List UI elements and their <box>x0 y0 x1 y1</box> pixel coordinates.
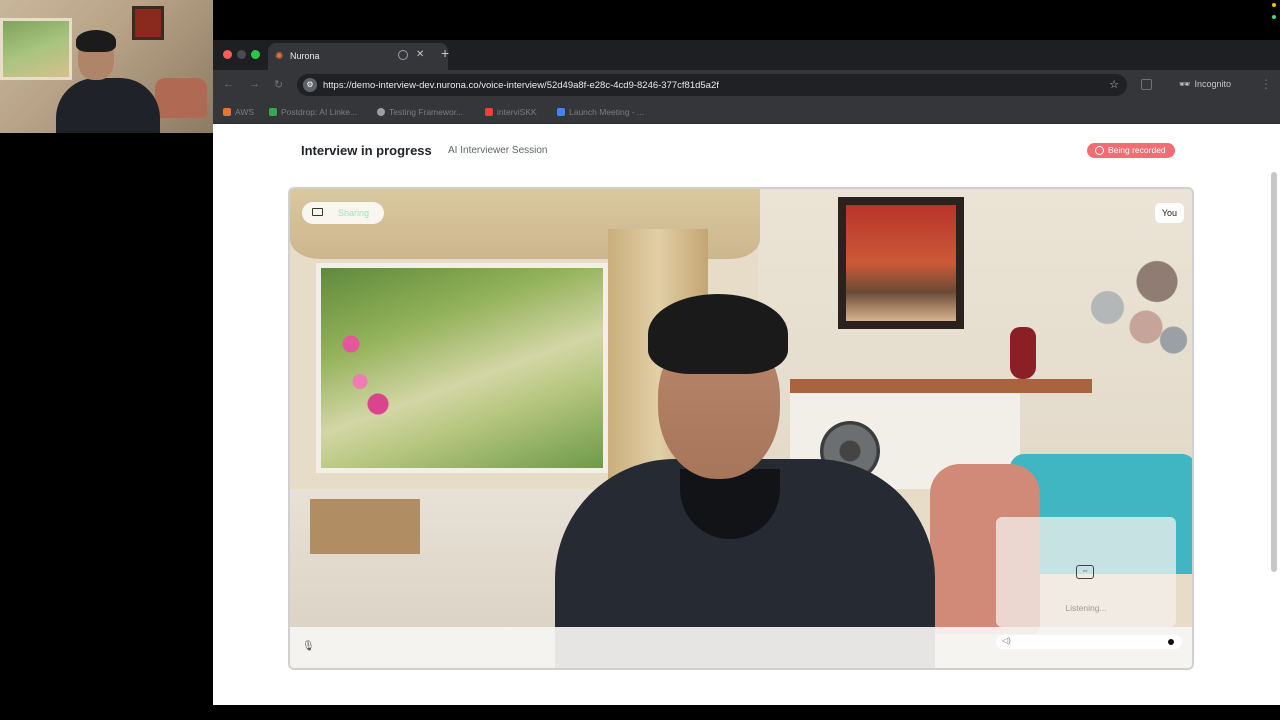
bookmark-testing-framework[interactable]: Testing Framewor... <box>377 107 463 117</box>
you-label-badge: You <box>1154 203 1184 223</box>
candidate-video-feed: Sharing You ◦◦ Listening... 🎙 ◁) <box>288 187 1194 670</box>
back-arrow-icon[interactable]: ← <box>223 78 234 90</box>
page-subtitle: AI Interviewer Session <box>448 145 548 156</box>
tab-bar: ✺ Nurona ✕ + <box>213 40 1280 70</box>
browser-toolbar: ← → ↻ ⚙ https://demo-interview-dev.nuron… <box>213 70 1280 100</box>
minimize-window-button[interactable] <box>237 50 246 59</box>
page-title: Interview in progress <box>301 143 432 158</box>
bookmark-postdrop[interactable]: Postdrop: AI Linke... <box>269 107 357 117</box>
meeting-icon <box>557 108 565 116</box>
video-background-flowers <box>324 299 414 449</box>
candidate-hair <box>648 294 788 374</box>
bookmark-aws[interactable]: AWS <box>223 107 254 117</box>
tab-recording-icon <box>398 50 408 60</box>
reload-icon[interactable]: ↻ <box>274 78 283 91</box>
presenter-webcam-thumbnail <box>0 0 213 133</box>
side-panel-icon[interactable] <box>1141 79 1152 90</box>
volume-slider[interactable]: ◁) <box>996 635 1182 649</box>
address-bar[interactable]: ⚙ https://demo-interview-dev.nurona.co/v… <box>297 74 1127 96</box>
loading-icon <box>377 108 385 116</box>
recording-status-badge: Being recorded <box>1087 143 1175 158</box>
video-background-painting <box>838 197 964 329</box>
volume-slider-knob[interactable] <box>1168 639 1174 645</box>
tab-title: Nurona <box>290 51 320 61</box>
bookmark-interviskk[interactable]: interviSKK <box>485 107 537 117</box>
bookmarks-bar: AWS Postdrop: AI Linke... Testing Framew… <box>213 100 1280 124</box>
screen-share-indicator[interactable]: Sharing <box>302 202 384 224</box>
more-menu-icon[interactable]: ⋮ <box>1260 77 1272 91</box>
robot-icon: ◦◦ <box>1076 565 1094 579</box>
bottom-letterbox <box>213 705 1280 720</box>
system-status-dots <box>1272 3 1276 27</box>
presenter-painting-background <box>132 6 164 40</box>
nurona-favicon-icon: ✺ <box>275 51 284 62</box>
presenter-body <box>56 78 160 133</box>
presenter-window-background <box>0 18 72 80</box>
ai-interviewer-panel: ◦◦ Listening... <box>996 517 1176 627</box>
video-background-plates <box>1080 249 1190 379</box>
presenter-chair-background <box>155 78 207 118</box>
url-text: https://demo-interview-dev.nurona.co/voi… <box>323 80 719 91</box>
incognito-indicator[interactable]: 🕶 Incognito <box>1179 79 1231 90</box>
recording-label: Being recorded <box>1108 145 1166 155</box>
new-tab-button[interactable]: + <box>441 45 449 61</box>
recording-icon <box>1095 146 1104 155</box>
bookmark-star-icon[interactable]: ☆ <box>1109 78 1119 91</box>
bookmark-launch-meeting[interactable]: Launch Meeting - ... <box>557 107 644 117</box>
monitor-icon <box>312 208 323 216</box>
ai-status-text: Listening... <box>1065 603 1107 613</box>
zoom-window-button[interactable] <box>251 50 260 59</box>
postdrop-icon <box>269 108 277 116</box>
browser-window: ✺ Nurona ✕ + ← → ↻ ⚙ https://demo-interv… <box>213 40 1280 705</box>
screen-share-label: Sharing <box>338 208 370 218</box>
incognito-label: Incognito <box>1194 79 1231 89</box>
speaker-icon: ◁) <box>1002 636 1011 645</box>
presenter-hair <box>76 30 116 52</box>
forward-arrow-icon[interactable]: → <box>249 78 260 90</box>
incognito-icon: 🕶 <box>1179 79 1191 89</box>
close-window-button[interactable] <box>223 50 232 59</box>
page-content: Interview in progress AI Interviewer Ses… <box>213 124 1280 705</box>
microphone-icon[interactable]: 🎙 <box>302 641 315 652</box>
video-background-mantel <box>790 379 1092 393</box>
interviskk-icon <box>485 108 493 116</box>
video-background-box <box>310 499 420 554</box>
video-control-bar: 🎙 ◁) <box>290 627 1192 668</box>
video-background-vase <box>1010 327 1036 379</box>
aws-icon <box>223 108 231 116</box>
page-scrollbar[interactable] <box>1271 172 1277 572</box>
tab-close-icon[interactable]: ✕ <box>416 49 424 60</box>
browser-tab[interactable]: ✺ Nurona ✕ <box>268 43 448 70</box>
site-info-icon[interactable]: ⚙ <box>303 78 317 92</box>
